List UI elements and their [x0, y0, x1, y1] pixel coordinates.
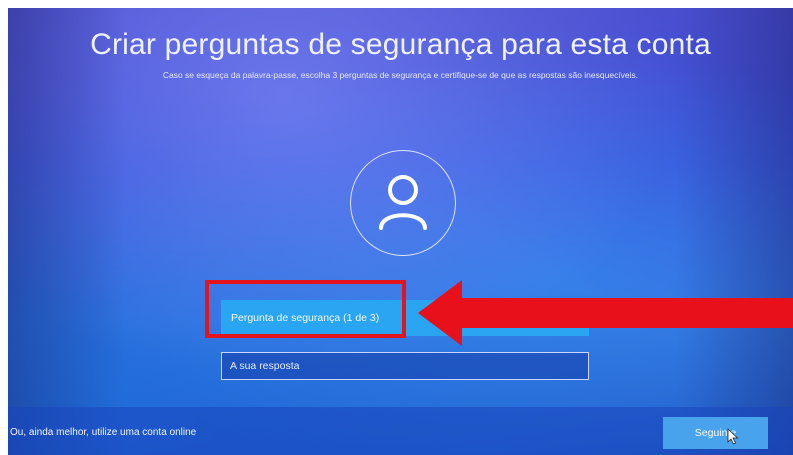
user-icon — [379, 175, 427, 230]
online-account-link[interactable]: Ou, ainda melhor, utilize uma conta onli… — [10, 427, 196, 438]
answer-placeholder: A sua resposta — [230, 360, 300, 372]
mouse-cursor-icon — [727, 428, 739, 445]
page-title: Criar perguntas de segurança para esta c… — [90, 28, 711, 61]
answer-input[interactable]: A sua resposta — [221, 352, 589, 380]
bottom-bar: Ou, ainda melhor, utilize uma conta onli… — [8, 407, 793, 455]
next-button[interactable]: Seguinte — [663, 417, 768, 449]
setup-screen: Criar perguntas de segurança para esta c… — [8, 8, 793, 455]
highlight-box — [205, 280, 406, 338]
page-subtitle: Caso se esqueça da palavra-passe, escolh… — [162, 70, 639, 80]
user-avatar — [350, 150, 456, 256]
arrow-left-icon — [418, 280, 793, 346]
